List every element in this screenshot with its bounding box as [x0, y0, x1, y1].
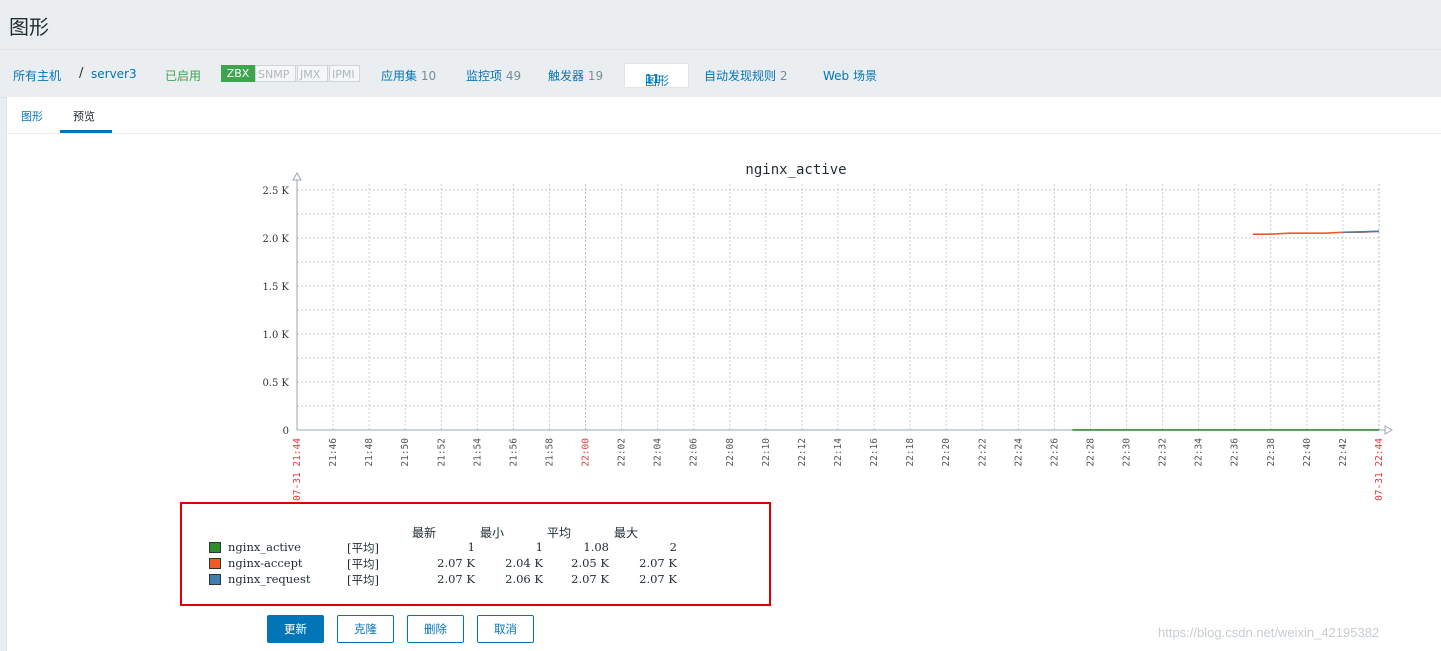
x-tick-label: 22:28 — [1085, 438, 1096, 467]
graph-chart: 07-31 21:44 21:46 21:48 21:50 21:52 21:54 21:5… — [262, 162, 1394, 501]
x-tick-label: 22:18 — [905, 438, 916, 467]
protocol-snmp-badge: SNMP — [255, 65, 296, 82]
watermark: https://blog.csdn.net/weixin_42195382 — [1158, 625, 1380, 640]
legend-row: nginx_active [平均] 1 1 1.08 2 — [209, 540, 749, 556]
legend-last: 1 — [467, 540, 475, 554]
legend-max: 2 — [669, 540, 677, 554]
x-axis-arrow — [1384, 425, 1394, 435]
y-tick-label: 1.0 K — [262, 330, 289, 341]
nav-items[interactable]: 监控项 49 — [466, 67, 521, 84]
legend-series-name: nginx_active — [228, 540, 301, 554]
x-tick-label: 22:14 — [833, 438, 844, 467]
legend-series-name: nginx_request — [228, 572, 311, 586]
legend-last: 2.07 K — [437, 572, 475, 586]
x-tick-label: 22:16 — [869, 438, 880, 467]
nav-web-scenarios[interactable]: Web 场景 — [823, 67, 877, 84]
x-tick-label: 22:38 — [1266, 438, 1277, 467]
y-tick-label: 0 — [283, 426, 289, 437]
y-axis-arrow — [292, 171, 302, 181]
x-tick-label: 21:46 — [328, 438, 339, 467]
page-title: 图形 — [9, 15, 49, 39]
x-tick-label: 22:36 — [1230, 438, 1241, 467]
x-tick-label: 22:42 — [1338, 438, 1349, 467]
title-bar: 图形 — [0, 0, 1441, 48]
protocol-zbx-badge: ZBX — [221, 65, 255, 82]
y-tick-label: 1.5 K — [262, 282, 289, 293]
cancel-button[interactable]: 取消 — [477, 615, 534, 643]
x-tick-label: 22:02 — [617, 438, 628, 467]
nav-graphs[interactable]: 图形 11 — [624, 63, 689, 88]
x-tick-label: 21:58 — [544, 438, 555, 467]
protocol-ipmi-badge: IPMI — [329, 65, 360, 82]
host-navigation-bar: 所有主机 / server3 已启用 ZBX SNMP JMX IPMI 应用集… — [0, 49, 1441, 98]
legend-avg: 2.07 K — [571, 572, 609, 586]
legend-min: 2.06 K — [505, 572, 543, 586]
update-button[interactable]: 更新 — [267, 615, 324, 643]
delete-button[interactable]: 删除 — [407, 615, 464, 643]
clone-button[interactable]: 克隆 — [337, 615, 394, 643]
x-tick-label: 21:56 — [508, 438, 519, 467]
nav-discovery-rules[interactable]: 自动发现规则 2 — [704, 67, 787, 84]
legend-last: 2.07 K — [437, 556, 475, 570]
legend-avg: 1.08 — [583, 540, 609, 554]
legend-function: [平均] — [347, 557, 379, 571]
x-tick-label: 22:40 — [1302, 438, 1313, 467]
legend-series-name: nginx-accept — [228, 556, 303, 570]
x-tick-label: 21:50 — [400, 438, 411, 467]
x-tick-label: 22:06 — [689, 438, 700, 467]
x-tick-label: 22:22 — [977, 438, 988, 467]
legend-row: nginx-accept [平均] 2.07 K 2.04 K 2.05 K 2… — [209, 556, 749, 572]
x-tick-label: 22:20 — [941, 438, 952, 467]
legend-header-last: 最新 — [412, 526, 437, 540]
x-tick-label: 22:32 — [1158, 438, 1169, 467]
x-tick-label: 22:12 — [797, 438, 808, 467]
graph-legend: 最新 最小 平均 最大 nginx_active [平均] 1 1 1.08 2… — [180, 502, 771, 606]
protocol-jmx-badge: JMX — [297, 65, 328, 82]
host-status[interactable]: 已启用 — [165, 67, 201, 84]
legend-swatch — [209, 574, 221, 585]
breadcrumb-host[interactable]: server3 — [91, 67, 137, 81]
x-tick-label: 21:52 — [436, 438, 447, 467]
legend-header-max: 最大 — [614, 526, 639, 540]
breadcrumb-all-hosts[interactable]: 所有主机 — [13, 67, 61, 84]
legend-min: 1 — [535, 540, 543, 554]
x-tick-label: 21:48 — [364, 438, 375, 467]
series-line-nginx_request — [1342, 230, 1380, 234]
legend-header-avg: 平均 — [547, 526, 572, 540]
x-tick-label: 22:24 — [1013, 438, 1024, 467]
legend-function: [平均] — [347, 541, 379, 555]
legend-swatch — [209, 542, 221, 553]
y-tick-label: 2.0 K — [262, 234, 289, 245]
legend-max: 2.07 K — [639, 556, 677, 570]
x-tick-label: 22:10 — [761, 438, 772, 467]
nav-applications[interactable]: 应用集 10 — [381, 67, 436, 84]
legend-header-min: 最小 — [480, 526, 505, 540]
x-tick-label: 07-31 22:44 — [1374, 438, 1385, 501]
x-tick-label: 22:00 — [581, 438, 592, 467]
nav-triggers[interactable]: 触发器 19 — [548, 67, 603, 84]
x-tick-label: 22:08 — [725, 438, 736, 467]
legend-function: [平均] — [347, 573, 379, 587]
x-tick-label: 22:26 — [1049, 438, 1060, 467]
x-tick-label: 21:54 — [472, 438, 483, 467]
y-tick-label: 2.5 K — [262, 186, 289, 197]
chart-title: nginx_active — [745, 162, 846, 178]
breadcrumb-separator: / — [79, 66, 84, 81]
x-tick-label: 22:30 — [1122, 438, 1133, 467]
x-tick-label: 22:34 — [1194, 438, 1205, 467]
x-tick-label: 07-31 21:44 — [292, 438, 303, 501]
x-tick-label: 22:04 — [653, 438, 664, 467]
legend-row: nginx_request [平均] 2.07 K 2.06 K 2.07 K … — [209, 572, 749, 588]
legend-min: 2.04 K — [505, 556, 543, 570]
legend-max: 2.07 K — [639, 572, 677, 586]
legend-avg: 2.05 K — [571, 556, 609, 570]
legend-swatch — [209, 558, 221, 569]
graph-preview-panel: 图形 预览 07-31 21:44 21:46 21:48 21:50 21:52 21:… — [6, 97, 1441, 651]
y-tick-label: 0.5 K — [262, 378, 289, 389]
